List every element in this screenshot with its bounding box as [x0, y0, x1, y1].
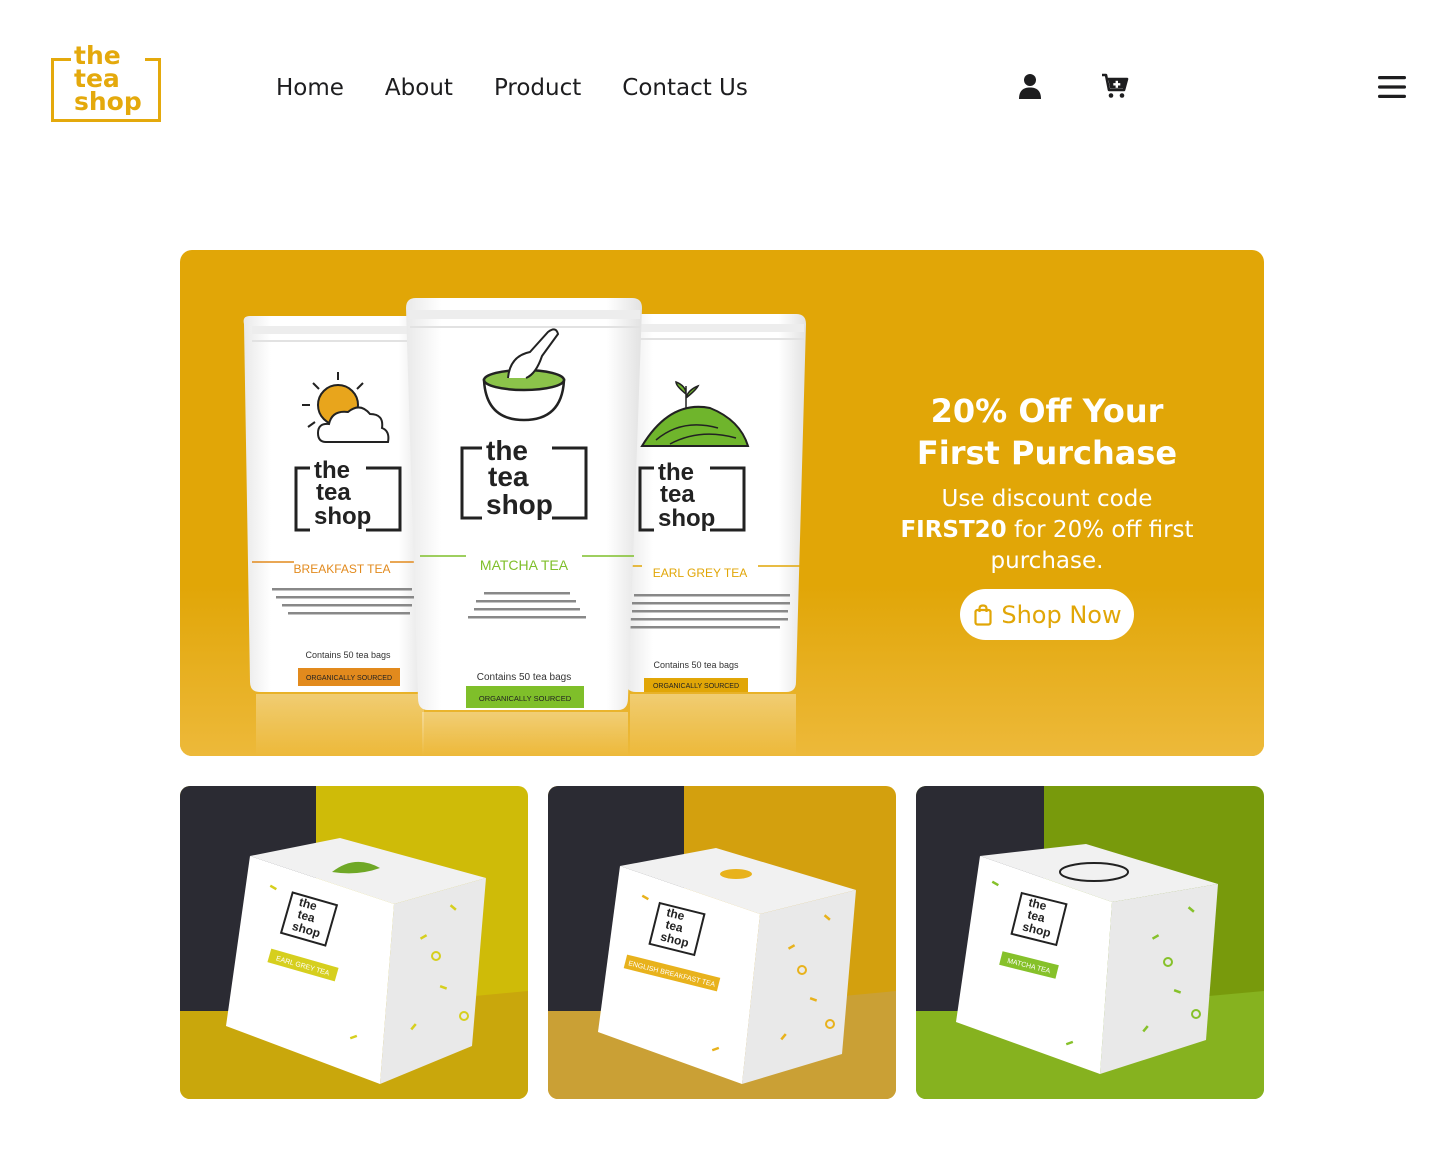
tea-pouches-image: the tea shop BREAKFAST TEA Contains 50 t… [243, 298, 806, 756]
brand-logo[interactable]: the tea shop [51, 43, 161, 122]
pouch-brand-line: tea [316, 479, 351, 506]
main-nav: Home About Product Contact Us [276, 72, 748, 104]
pouch-brand-line: shop [658, 505, 715, 532]
nav-about[interactable]: About [385, 72, 453, 104]
promo-sub-suffix: for 20% off first purchase. [990, 517, 1194, 574]
discount-code: FIRST20 [900, 517, 1007, 543]
promo-title-line: First Purchase [916, 434, 1178, 472]
pouch-badge: ORGANICALLY SOURCED [306, 675, 392, 682]
promo-title-line: 20% Off Your [930, 392, 1164, 430]
user-icon [1019, 74, 1041, 99]
pouch-matcha: the tea shop MATCHA TEA Contains 50 tea … [406, 298, 642, 756]
logo-line: shop [74, 87, 142, 116]
menu-button[interactable] [1376, 71, 1408, 103]
pouch-name: MATCHA TEA [480, 557, 569, 573]
hamburger-menu-icon [1378, 76, 1406, 98]
promo-sub-prefix: Use discount code [941, 486, 1153, 512]
pouch-brand-line: shop [486, 489, 553, 520]
shop-now-label: Shop Now [1001, 600, 1122, 629]
pouch-name: BREAKFAST TEA [294, 562, 391, 576]
cart-button[interactable] [1099, 70, 1131, 102]
promo-title: 20% Off Your First Purchase [900, 390, 1194, 474]
cart-plus-icon [1102, 73, 1129, 98]
english-breakfast-box-image: the tea shop ENGLISH BREAKFAST TEA [548, 786, 896, 1099]
nav-contact-us[interactable]: Contact Us [622, 72, 748, 104]
pouch-count: Contains 50 tea bags [477, 672, 572, 683]
pouch-count: Contains 50 tea bags [305, 650, 391, 660]
pouch-badge: ORGANICALLY SOURCED [479, 694, 572, 703]
pouch-earl-grey: the tea shop EARL GREY TEA Contains 50 t… [626, 314, 806, 756]
account-button[interactable] [1014, 70, 1046, 102]
pouch-name: EARL GREY TEA [653, 566, 747, 580]
nav-home[interactable]: Home [276, 72, 344, 104]
pouch-badge: ORGANICALLY SOURCED [653, 683, 739, 690]
pouch-count: Contains 50 tea bags [653, 660, 739, 670]
pouch-brand-line: tea [660, 481, 695, 508]
pouch-brand-line: tea [488, 461, 529, 492]
nav-product[interactable]: Product [494, 72, 581, 104]
product-card-earl-grey[interactable]: the tea shop EARL GREY TEA [180, 786, 528, 1099]
promo-copy: 20% Off Your First Purchase Use discount… [900, 390, 1194, 640]
matcha-box-image: the tea shop MATCHA TEA [916, 786, 1264, 1099]
product-card-english-breakfast[interactable]: the tea shop ENGLISH BREAKFAST TEA [548, 786, 896, 1099]
promo-banner: the tea shop BREAKFAST TEA Contains 50 t… [180, 250, 1264, 756]
pouch-breakfast: the tea shop BREAKFAST TEA Contains 50 t… [243, 316, 426, 756]
earl-grey-box-image: the tea shop EARL GREY TEA [180, 786, 528, 1099]
logo-text: the tea shop [71, 43, 145, 116]
pouch-brand-line: shop [314, 503, 371, 530]
promo-subtitle: Use discount code FIRST20 for 20% off fi… [900, 484, 1194, 577]
product-card-matcha[interactable]: the tea shop MATCHA TEA [916, 786, 1264, 1099]
shopping-bag-icon [974, 603, 992, 626]
shop-now-button[interactable]: Shop Now [960, 589, 1134, 640]
